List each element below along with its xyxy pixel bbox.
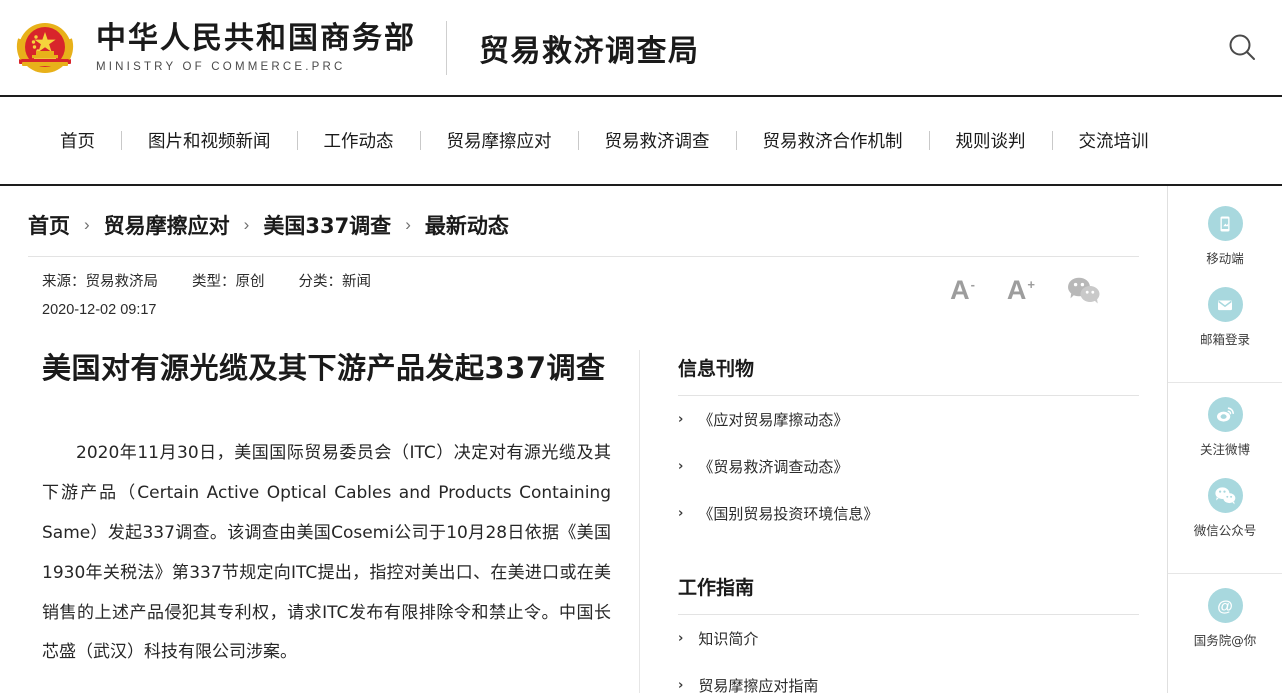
rail-item-email-login[interactable]: 邮箱登录 xyxy=(1168,287,1282,348)
rail-label: 国务院@你 xyxy=(1194,630,1257,649)
rail-item-state-council[interactable]: @ 国务院@你 xyxy=(1168,588,1282,649)
article-paragraph: 2020年11月30日，美国国际贸易委员会（ITC）决定对有源光缆及其下游产品（… xyxy=(42,434,611,674)
rail-item-weibo[interactable]: 关注微博 xyxy=(1168,397,1282,458)
aside-link-label: 《国别贸易投资环境信息》 xyxy=(698,503,878,524)
rail-group-1: 移动端 邮箱登录 xyxy=(1168,206,1282,368)
rail-label: 移动端 xyxy=(1206,248,1244,267)
nav-item-cooperation-mechanism[interactable]: 贸易救济合作机制 xyxy=(737,128,929,153)
article-tools: A- A+ xyxy=(950,275,1139,305)
svg-text:@: @ xyxy=(1217,598,1233,615)
font-increase-label: A xyxy=(1007,275,1027,305)
rail-group-2: 关注微博 微信公众号 xyxy=(1168,382,1282,559)
meta-type: 类型：原创 xyxy=(192,269,265,297)
weibo-icon xyxy=(1208,397,1243,432)
nav-item-work-updates[interactable]: 工作动态 xyxy=(298,128,420,153)
utility-rail: 移动端 邮箱登录 xyxy=(1167,186,1282,693)
rail-label: 关注微博 xyxy=(1200,439,1250,458)
aside-title-publications: 信息刊物 xyxy=(678,354,1139,396)
china-national-emblem-icon xyxy=(14,17,76,79)
chevron-right-icon: › xyxy=(244,215,250,235)
bureau-title: 贸易救济调查局 xyxy=(479,26,700,70)
plus-sign-icon: + xyxy=(1027,277,1035,292)
chevron-right-icon: › xyxy=(678,459,683,474)
chevron-right-icon: › xyxy=(678,678,683,693)
meta-source: 来源：贸易救济局 xyxy=(42,269,158,297)
chevron-right-icon: › xyxy=(678,412,683,427)
aside-link-label: 《应对贸易摩擦动态》 xyxy=(698,409,848,430)
header-divider xyxy=(446,21,447,75)
breadcrumb: 首页 › 贸易摩擦应对 › 美国337调查 › 最新动态 xyxy=(28,186,1139,257)
aside-link-publication-1[interactable]: › 《应对贸易摩擦动态》 xyxy=(678,396,1139,443)
aside-block-publications: 信息刊物 › 《应对贸易摩擦动态》 › 《贸易救济调查动态》 › 《国别贸易投资… xyxy=(678,354,1139,537)
content-column: 首页 › 贸易摩擦应对 › 美国337调查 › 最新动态 来源：贸易救济局 类型… xyxy=(0,186,1167,693)
search-icon[interactable] xyxy=(1220,26,1264,70)
minus-sign-icon: - xyxy=(971,277,975,292)
rail-group-3: @ 国务院@你 xyxy=(1168,573,1282,669)
breadcrumb-item-latest[interactable]: 最新动态 xyxy=(425,210,509,240)
main-navigation: 首页 图片和视频新闻 工作动态 贸易摩擦应对 贸易救济调查 贸易救济合作机制 规… xyxy=(0,95,1282,186)
breadcrumb-item-home[interactable]: 首页 xyxy=(28,210,70,240)
nav-item-trade-remedy-investigation[interactable]: 贸易救济调查 xyxy=(579,128,736,153)
aside-link-label: 贸易摩擦应对指南 xyxy=(698,675,818,693)
article-meta-line: 来源：贸易救济局 类型：原创 分类：新闻 xyxy=(42,269,950,297)
meta-datetime: 2020-12-02 09:17 xyxy=(42,297,950,325)
font-decrease-label: A xyxy=(950,275,970,305)
chevron-right-icon: › xyxy=(678,506,683,521)
at-sign-icon: @ xyxy=(1208,588,1243,623)
ministry-name-block: 中华人民共和国商务部 MINISTRY OF COMMERCE.PRC xyxy=(96,22,416,73)
chevron-right-icon: › xyxy=(405,215,411,235)
aside-link-guide-1[interactable]: › 知识简介 xyxy=(678,615,1139,662)
nav-item-media-news[interactable]: 图片和视频新闻 xyxy=(122,128,297,153)
breadcrumb-item-trade-friction[interactable]: 贸易摩擦应对 xyxy=(104,210,230,240)
rail-item-mobile[interactable]: 移动端 xyxy=(1168,206,1282,267)
page-title: 美国对有源光缆及其下游产品发起337调查 xyxy=(42,350,611,388)
aside-link-guide-2[interactable]: › 贸易摩擦应对指南 xyxy=(678,662,1139,693)
site-header: 中华人民共和国商务部 MINISTRY OF COMMERCE.PRC 贸易救济… xyxy=(0,0,1282,95)
aside-link-publication-3[interactable]: › 《国别贸易投资环境信息》 xyxy=(678,490,1139,537)
font-decrease-button[interactable]: A- xyxy=(950,277,975,304)
aside-block-work-guide: 工作指南 › 知识简介 › 贸易摩擦应对指南 xyxy=(678,573,1139,693)
rail-label: 邮箱登录 xyxy=(1200,329,1250,348)
meta-category: 分类：新闻 xyxy=(299,269,372,297)
font-increase-button[interactable]: A+ xyxy=(1007,277,1035,304)
rail-item-wechat-official[interactable]: 微信公众号 xyxy=(1168,478,1282,539)
aside-link-label: 知识简介 xyxy=(698,628,758,649)
page-body: 首页 › 贸易摩擦应对 › 美国337调查 › 最新动态 来源：贸易救济局 类型… xyxy=(0,186,1282,693)
wechat-share-icon[interactable] xyxy=(1067,275,1101,305)
nav-item-rule-negotiation[interactable]: 规则谈判 xyxy=(930,128,1052,153)
rail-label: 微信公众号 xyxy=(1194,520,1257,539)
nav-item-trade-friction[interactable]: 贸易摩擦应对 xyxy=(421,128,578,153)
mobile-phone-icon xyxy=(1208,206,1243,241)
envelope-icon xyxy=(1208,287,1243,322)
ministry-name-cn: 中华人民共和国商务部 xyxy=(96,22,416,57)
ministry-name-en: MINISTRY OF COMMERCE.PRC xyxy=(96,61,416,73)
nav-item-exchange-training[interactable]: 交流培训 xyxy=(1053,128,1175,153)
wechat-icon xyxy=(1208,478,1243,513)
article-meta-left: 来源：贸易救济局 类型：原创 分类：新闻 2020-12-02 09:17 xyxy=(42,269,950,324)
chevron-right-icon: › xyxy=(678,631,683,646)
nav-item-home[interactable]: 首页 xyxy=(40,128,121,153)
aside-title-work-guide: 工作指南 xyxy=(678,573,1139,615)
aside-link-publication-2[interactable]: › 《贸易救济调查动态》 xyxy=(678,443,1139,490)
chevron-right-icon: › xyxy=(84,215,90,235)
article-and-aside: 美国对有源光缆及其下游产品发起337调查 2020年11月30日，美国国际贸易委… xyxy=(28,350,1139,693)
article-meta-row: 来源：贸易救济局 类型：原创 分类：新闻 2020-12-02 09:17 A-… xyxy=(28,257,1139,324)
aside-column: 信息刊物 › 《应对贸易摩擦动态》 › 《贸易救济调查动态》 › 《国别贸易投资… xyxy=(640,350,1139,693)
breadcrumb-item-us-337[interactable]: 美国337调查 xyxy=(263,210,391,240)
aside-link-label: 《贸易救济调查动态》 xyxy=(698,456,848,477)
article-column: 美国对有源光缆及其下游产品发起337调查 2020年11月30日，美国国际贸易委… xyxy=(28,350,640,693)
